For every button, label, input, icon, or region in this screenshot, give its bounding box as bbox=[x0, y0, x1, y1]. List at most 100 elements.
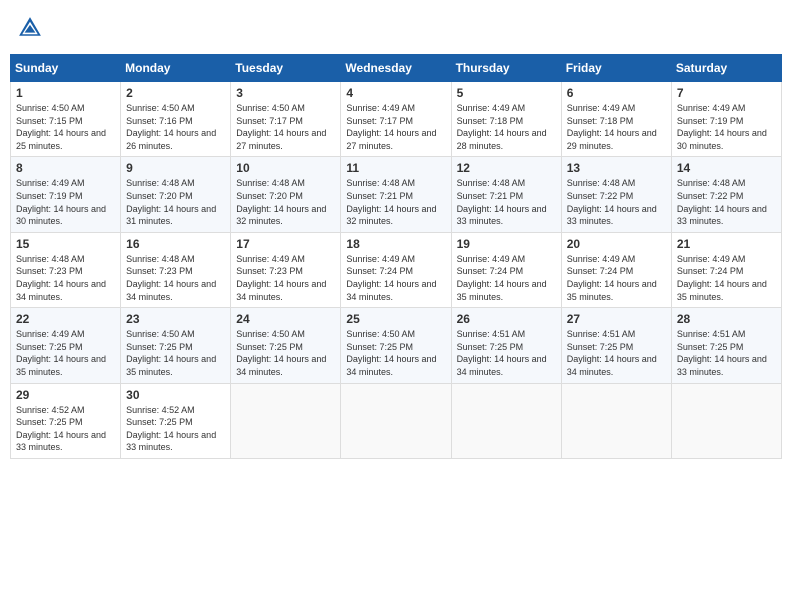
daylight-label: Daylight: 14 hours and 33 minutes. bbox=[16, 430, 106, 453]
calendar-week-row: 29 Sunrise: 4:52 AM Sunset: 7:25 PM Dayl… bbox=[11, 383, 782, 458]
day-number: 15 bbox=[16, 237, 115, 251]
day-info: Sunrise: 4:49 AM Sunset: 7:19 PM Dayligh… bbox=[677, 102, 776, 152]
sunset-label: Sunset: 7:18 PM bbox=[457, 116, 524, 126]
day-info: Sunrise: 4:48 AM Sunset: 7:23 PM Dayligh… bbox=[16, 253, 115, 303]
day-info: Sunrise: 4:51 AM Sunset: 7:25 PM Dayligh… bbox=[677, 328, 776, 378]
sunset-label: Sunset: 7:25 PM bbox=[346, 342, 413, 352]
calendar-week-row: 1 Sunrise: 4:50 AM Sunset: 7:15 PM Dayli… bbox=[11, 82, 782, 157]
day-info: Sunrise: 4:49 AM Sunset: 7:24 PM Dayligh… bbox=[457, 253, 556, 303]
day-number: 20 bbox=[567, 237, 666, 251]
sunrise-label: Sunrise: 4:49 AM bbox=[16, 178, 85, 188]
day-info: Sunrise: 4:49 AM Sunset: 7:18 PM Dayligh… bbox=[457, 102, 556, 152]
day-info: Sunrise: 4:48 AM Sunset: 7:20 PM Dayligh… bbox=[236, 177, 335, 227]
sunset-label: Sunset: 7:23 PM bbox=[236, 266, 303, 276]
sunset-label: Sunset: 7:24 PM bbox=[346, 266, 413, 276]
sunset-label: Sunset: 7:25 PM bbox=[16, 417, 83, 427]
day-of-week-header: Tuesday bbox=[231, 55, 341, 82]
sunrise-label: Sunrise: 4:49 AM bbox=[457, 254, 526, 264]
daylight-label: Daylight: 14 hours and 33 minutes. bbox=[677, 354, 767, 377]
day-info: Sunrise: 4:48 AM Sunset: 7:20 PM Dayligh… bbox=[126, 177, 225, 227]
sunset-label: Sunset: 7:23 PM bbox=[126, 266, 193, 276]
daylight-label: Daylight: 14 hours and 26 minutes. bbox=[126, 128, 216, 151]
day-number: 28 bbox=[677, 312, 776, 326]
sunrise-label: Sunrise: 4:49 AM bbox=[236, 254, 305, 264]
daylight-label: Daylight: 14 hours and 32 minutes. bbox=[346, 204, 436, 227]
daylight-label: Daylight: 14 hours and 35 minutes. bbox=[457, 279, 547, 302]
daylight-label: Daylight: 14 hours and 34 minutes. bbox=[126, 279, 216, 302]
day-number: 25 bbox=[346, 312, 445, 326]
sunset-label: Sunset: 7:25 PM bbox=[126, 417, 193, 427]
daylight-label: Daylight: 14 hours and 33 minutes. bbox=[567, 204, 657, 227]
daylight-label: Daylight: 14 hours and 25 minutes. bbox=[16, 128, 106, 151]
day-info: Sunrise: 4:49 AM Sunset: 7:24 PM Dayligh… bbox=[567, 253, 666, 303]
day-number: 11 bbox=[346, 161, 445, 175]
sunrise-label: Sunrise: 4:51 AM bbox=[677, 329, 746, 339]
day-number: 6 bbox=[567, 86, 666, 100]
daylight-label: Daylight: 14 hours and 34 minutes. bbox=[346, 354, 436, 377]
calendar-day-cell bbox=[231, 383, 341, 458]
day-number: 14 bbox=[677, 161, 776, 175]
sunset-label: Sunset: 7:20 PM bbox=[236, 191, 303, 201]
sunset-label: Sunset: 7:25 PM bbox=[16, 342, 83, 352]
day-number: 26 bbox=[457, 312, 556, 326]
daylight-label: Daylight: 14 hours and 33 minutes. bbox=[126, 430, 216, 453]
day-info: Sunrise: 4:49 AM Sunset: 7:24 PM Dayligh… bbox=[346, 253, 445, 303]
day-info: Sunrise: 4:49 AM Sunset: 7:24 PM Dayligh… bbox=[677, 253, 776, 303]
day-number: 30 bbox=[126, 388, 225, 402]
sunrise-label: Sunrise: 4:52 AM bbox=[16, 405, 85, 415]
day-number: 18 bbox=[346, 237, 445, 251]
sunset-label: Sunset: 7:18 PM bbox=[567, 116, 634, 126]
day-number: 22 bbox=[16, 312, 115, 326]
sunset-label: Sunset: 7:17 PM bbox=[346, 116, 413, 126]
calendar-day-cell: 7 Sunrise: 4:49 AM Sunset: 7:19 PM Dayli… bbox=[671, 82, 781, 157]
sunrise-label: Sunrise: 4:49 AM bbox=[457, 103, 526, 113]
calendar-day-cell: 10 Sunrise: 4:48 AM Sunset: 7:20 PM Dayl… bbox=[231, 157, 341, 232]
sunrise-label: Sunrise: 4:50 AM bbox=[126, 329, 195, 339]
sunset-label: Sunset: 7:19 PM bbox=[16, 191, 83, 201]
calendar-day-cell: 8 Sunrise: 4:49 AM Sunset: 7:19 PM Dayli… bbox=[11, 157, 121, 232]
calendar-day-cell: 2 Sunrise: 4:50 AM Sunset: 7:16 PM Dayli… bbox=[121, 82, 231, 157]
sunrise-label: Sunrise: 4:48 AM bbox=[677, 178, 746, 188]
daylight-label: Daylight: 14 hours and 34 minutes. bbox=[567, 354, 657, 377]
calendar-day-cell: 4 Sunrise: 4:49 AM Sunset: 7:17 PM Dayli… bbox=[341, 82, 451, 157]
daylight-label: Daylight: 14 hours and 30 minutes. bbox=[677, 128, 767, 151]
day-info: Sunrise: 4:48 AM Sunset: 7:21 PM Dayligh… bbox=[346, 177, 445, 227]
logo-icon bbox=[16, 14, 44, 42]
calendar-day-cell: 22 Sunrise: 4:49 AM Sunset: 7:25 PM Dayl… bbox=[11, 308, 121, 383]
day-number: 10 bbox=[236, 161, 335, 175]
sunset-label: Sunset: 7:17 PM bbox=[236, 116, 303, 126]
day-info: Sunrise: 4:49 AM Sunset: 7:18 PM Dayligh… bbox=[567, 102, 666, 152]
day-number: 4 bbox=[346, 86, 445, 100]
day-info: Sunrise: 4:49 AM Sunset: 7:19 PM Dayligh… bbox=[16, 177, 115, 227]
calendar-day-cell: 17 Sunrise: 4:49 AM Sunset: 7:23 PM Dayl… bbox=[231, 232, 341, 307]
sunrise-label: Sunrise: 4:49 AM bbox=[346, 103, 415, 113]
calendar-day-cell: 27 Sunrise: 4:51 AM Sunset: 7:25 PM Dayl… bbox=[561, 308, 671, 383]
sunset-label: Sunset: 7:25 PM bbox=[236, 342, 303, 352]
day-of-week-header: Thursday bbox=[451, 55, 561, 82]
daylight-label: Daylight: 14 hours and 34 minutes. bbox=[16, 279, 106, 302]
day-number: 21 bbox=[677, 237, 776, 251]
calendar-day-cell: 11 Sunrise: 4:48 AM Sunset: 7:21 PM Dayl… bbox=[341, 157, 451, 232]
calendar-day-cell: 29 Sunrise: 4:52 AM Sunset: 7:25 PM Dayl… bbox=[11, 383, 121, 458]
sunrise-label: Sunrise: 4:49 AM bbox=[346, 254, 415, 264]
sunrise-label: Sunrise: 4:48 AM bbox=[567, 178, 636, 188]
day-info: Sunrise: 4:51 AM Sunset: 7:25 PM Dayligh… bbox=[457, 328, 556, 378]
sunrise-label: Sunrise: 4:50 AM bbox=[236, 329, 305, 339]
day-info: Sunrise: 4:51 AM Sunset: 7:25 PM Dayligh… bbox=[567, 328, 666, 378]
day-of-week-header: Sunday bbox=[11, 55, 121, 82]
daylight-label: Daylight: 14 hours and 27 minutes. bbox=[346, 128, 436, 151]
daylight-label: Daylight: 14 hours and 34 minutes. bbox=[236, 279, 326, 302]
calendar-day-cell: 14 Sunrise: 4:48 AM Sunset: 7:22 PM Dayl… bbox=[671, 157, 781, 232]
day-info: Sunrise: 4:50 AM Sunset: 7:25 PM Dayligh… bbox=[346, 328, 445, 378]
day-number: 3 bbox=[236, 86, 335, 100]
day-number: 12 bbox=[457, 161, 556, 175]
sunset-label: Sunset: 7:22 PM bbox=[567, 191, 634, 201]
calendar-day-cell: 6 Sunrise: 4:49 AM Sunset: 7:18 PM Dayli… bbox=[561, 82, 671, 157]
daylight-label: Daylight: 14 hours and 34 minutes. bbox=[457, 354, 547, 377]
sunrise-label: Sunrise: 4:49 AM bbox=[16, 329, 85, 339]
daylight-label: Daylight: 14 hours and 35 minutes. bbox=[567, 279, 657, 302]
daylight-label: Daylight: 14 hours and 35 minutes. bbox=[126, 354, 216, 377]
sunset-label: Sunset: 7:21 PM bbox=[346, 191, 413, 201]
sunset-label: Sunset: 7:25 PM bbox=[567, 342, 634, 352]
sunrise-label: Sunrise: 4:51 AM bbox=[457, 329, 526, 339]
